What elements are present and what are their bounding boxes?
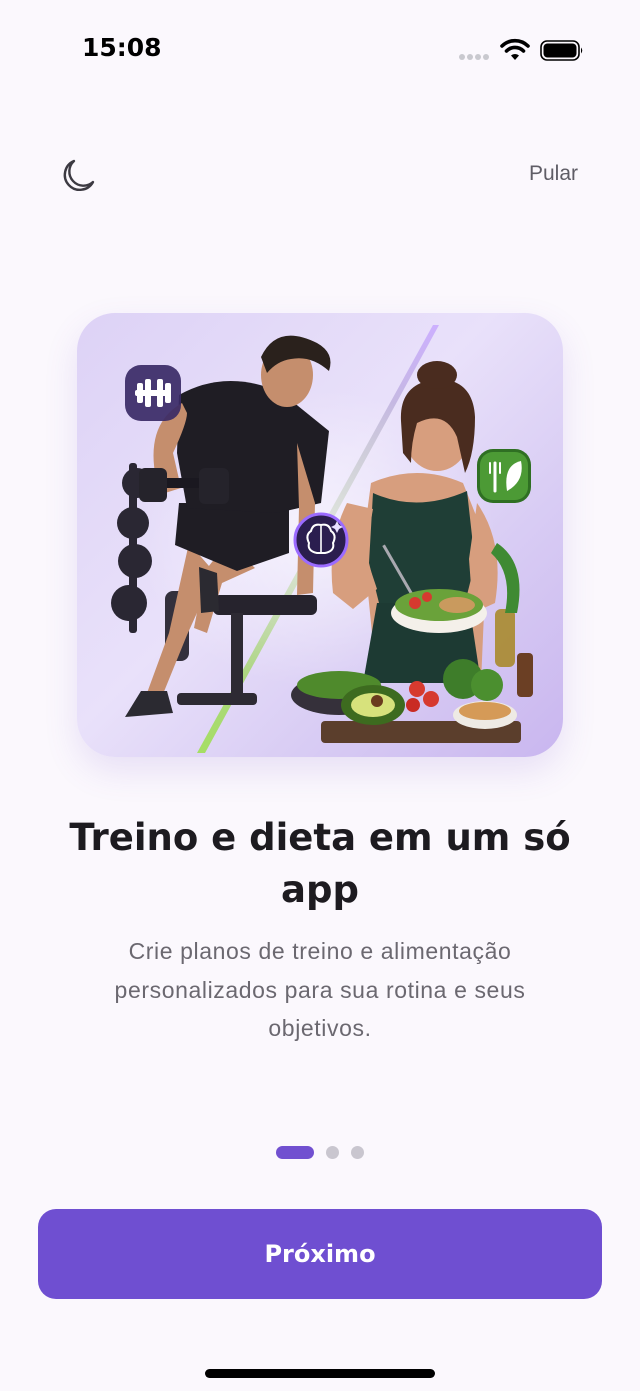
page-indicator <box>0 1146 640 1159</box>
onboarding-title: Treino e dieta em um só app <box>69 816 571 911</box>
page-dot-2[interactable] <box>326 1146 339 1159</box>
onboarding-subtitle: Crie planos de treino e alimentação pers… <box>114 938 526 1041</box>
status-time: 15:08 <box>82 33 162 62</box>
leaf-fork-icon <box>477 449 531 503</box>
skip-button[interactable]: Pular <box>529 162 578 186</box>
signal-icon <box>459 54 489 60</box>
hero-illustration <box>77 313 563 757</box>
next-button[interactable]: Próximo <box>38 1209 602 1299</box>
dumbbell-icon <box>125 365 181 421</box>
moon-icon[interactable] <box>57 155 99 197</box>
battery-icon <box>540 40 583 61</box>
wifi-icon <box>500 38 530 60</box>
status-bar: 15:08 <box>0 0 640 100</box>
brain-sparkle-icon <box>293 512 349 568</box>
home-indicator <box>205 1369 435 1378</box>
page-dot-3[interactable] <box>351 1146 364 1159</box>
next-button-label: Próximo <box>264 1240 376 1268</box>
page-dot-1[interactable] <box>276 1146 314 1159</box>
